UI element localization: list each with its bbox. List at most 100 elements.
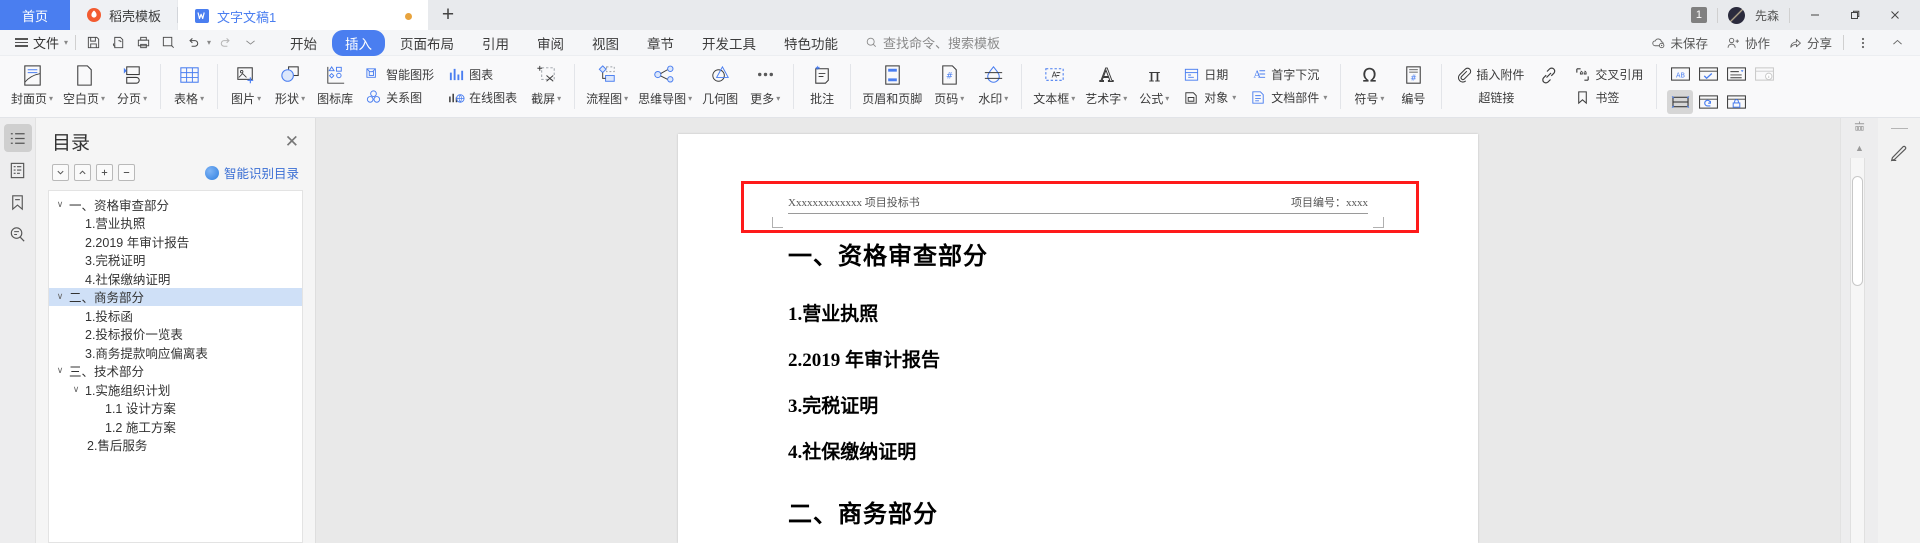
ribbon-tab-page-layout[interactable]: 页面布局 [387, 30, 467, 56]
new-tab-button[interactable]: + [428, 0, 468, 30]
chevron-down-icon[interactable]: ∨ [55, 291, 65, 302]
more-options-icon[interactable] [1848, 29, 1878, 57]
hyperlink-button[interactable]: 超链接 [1452, 86, 1527, 109]
combo-control-icon[interactable] [1667, 89, 1694, 114]
toc-item-12[interactable]: 1.2 施工方案 [49, 417, 302, 436]
header-content[interactable]: Xxxxxxxxxxxxx 项目投标书 项目编号：xxxx [788, 194, 1368, 214]
customize-qat-icon[interactable] [239, 32, 261, 54]
comment-button[interactable]: 批注 [800, 58, 844, 107]
page-break-button[interactable]: 分页 ▾ [110, 58, 154, 107]
text-field-control-icon[interactable]: AB [1667, 62, 1693, 86]
page-header[interactable]: Xxxxxxxxxxxxx 项目投标书 项目编号：xxxx [772, 194, 1384, 228]
toc-item-7[interactable]: ∨ 2.投标报价一览表 [49, 325, 302, 344]
info-control-icon[interactable] [1751, 62, 1777, 86]
pen-annotate-icon[interactable] [1888, 143, 1910, 165]
collapse-up-icon[interactable] [74, 164, 91, 181]
close-icon[interactable]: ✕ [285, 133, 299, 150]
tab-document-1[interactable]: 文字文稿1 [178, 0, 429, 30]
screenshot-button[interactable]: 截屏 ▾ [524, 58, 568, 107]
save-status-button[interactable]: 未保存 [1644, 33, 1715, 52]
insert-attachment-button[interactable]: 插入附件 [1452, 63, 1527, 86]
cover-page-button[interactable]: 封面页 ▾ [6, 58, 58, 107]
relation-chart-button[interactable]: 关系图 [362, 86, 437, 109]
toc-item-6[interactable]: ∨ 1.投标函 [49, 306, 302, 325]
table-button[interactable]: 表格 ▾ [167, 58, 211, 107]
online-chart-button[interactable]: 在线图表 [445, 86, 520, 109]
toc-item-11[interactable]: 1.1 设计方案 [49, 399, 302, 418]
bookmark-icon[interactable] [4, 188, 32, 216]
icon-library-button[interactable]: 图标库 [312, 58, 358, 107]
hyperlink-icon-wrap[interactable] [1535, 62, 1563, 90]
document-body[interactable]: 一、资格审查部分 1.营业执照 2.2019 年审计报告 3.完税证明 4.社保… [788, 214, 1368, 529]
vertical-scrollbar[interactable]: ▲ [1840, 118, 1878, 543]
chevron-down-icon[interactable]: ∨ [71, 384, 81, 395]
search-doc-icon[interactable] [4, 220, 32, 248]
minus-icon[interactable] [118, 164, 135, 181]
document-canvas[interactable]: Xxxxxxxxxxxxx 项目投标书 项目编号：xxxx 一、资格审查部分 1… [316, 118, 1840, 543]
date-button[interactable]: 日期 [1180, 63, 1239, 86]
command-search[interactable]: 查找命令、搜索模板 [865, 33, 1000, 52]
expand-down-icon[interactable] [52, 164, 69, 181]
word-art-button[interactable]: A 艺术字 ▾ [1080, 58, 1132, 107]
print-preview-icon[interactable] [107, 32, 129, 54]
collapse-ribbon-icon[interactable] [1882, 29, 1912, 57]
find-icon[interactable] [157, 32, 179, 54]
collaborate-button[interactable]: 协作 [1719, 33, 1777, 52]
scrollbar-thumb[interactable] [1852, 176, 1863, 286]
ribbon-tab-start[interactable]: 开始 [277, 30, 330, 56]
formula-button[interactable]: π 公式 ▾ [1132, 58, 1176, 107]
ribbon-tab-review[interactable]: 审阅 [524, 30, 577, 56]
object-button[interactable]: 对象 ▾ [1180, 86, 1239, 109]
dropdown-control-icon[interactable] [1723, 62, 1749, 86]
minimize-button[interactable] [1800, 1, 1830, 29]
plus-icon[interactable] [96, 164, 113, 181]
document-page[interactable]: Xxxxxxxxxxxxx 项目投标书 项目编号：xxxx 一、资格审查部分 1… [678, 134, 1478, 543]
avatar[interactable] [1727, 6, 1745, 24]
notification-badge[interactable]: 1 [1690, 7, 1707, 23]
close-button[interactable] [1880, 1, 1910, 29]
reset-form-icon[interactable] [1695, 90, 1721, 114]
toc-item-13[interactable]: 2.售后服务 [49, 436, 302, 455]
file-menu-button[interactable]: 文件 ▾ [8, 33, 75, 52]
chevron-down-icon[interactable]: ∨ [55, 199, 65, 210]
toc-item-0[interactable]: ∨ 一、资格审查部分 [49, 195, 302, 214]
ribbon-tab-sections[interactable]: 章节 [634, 30, 687, 56]
toc-item-1[interactable]: ∨ 1.营业执照 [49, 214, 302, 233]
redo-icon[interactable] [214, 32, 236, 54]
toc-item-5-selected[interactable]: ∨ 二、商务部分 [49, 287, 302, 306]
user-name-label[interactable]: 先森 [1755, 7, 1779, 24]
ribbon-tab-view[interactable]: 视图 [579, 30, 632, 56]
maximize-button[interactable] [1840, 1, 1870, 29]
share-button[interactable]: 分享 [1781, 33, 1839, 52]
numbering-button[interactable]: # 编号 [1391, 58, 1435, 107]
doc-parts-button[interactable]: 文档部件 ▾ [1247, 86, 1330, 109]
more-shapes-button[interactable]: 更多 ▾ [743, 58, 787, 107]
chevron-down-icon[interactable]: ∨ [55, 365, 65, 376]
ribbon-tab-references[interactable]: 引用 [469, 30, 522, 56]
ribbon-tab-features[interactable]: 特色功能 [771, 30, 851, 56]
watermark-button[interactable]: 水印 ▾ [971, 58, 1015, 107]
toc-item-10[interactable]: ∨ 1.实施组织计划 [49, 380, 302, 399]
text-box-button[interactable]: A 文本框 ▾ [1028, 58, 1080, 107]
flowchart-button[interactable]: 流程图 ▾ [581, 58, 633, 107]
toc-item-8[interactable]: ∨ 3.商务提款响应偏离表 [49, 343, 302, 362]
smart-toc-button[interactable]: 智能识别目录 [204, 163, 299, 182]
scroll-up-button[interactable]: ▲ [1855, 143, 1864, 153]
save-icon[interactable] [82, 32, 104, 54]
document-map-icon[interactable] [4, 156, 32, 184]
split-view-icon[interactable] [1853, 121, 1866, 133]
cross-reference-button[interactable]: 交叉引用 [1571, 63, 1646, 86]
toc-item-9[interactable]: ∨ 三、技术部分 [49, 362, 302, 381]
chart-button[interactable]: 图表 [445, 63, 520, 86]
ribbon-tab-insert[interactable]: 插入 [332, 29, 386, 56]
picture-button[interactable]: 图片 ▾ [224, 58, 268, 107]
protect-form-icon[interactable] [1723, 90, 1749, 114]
page-number-button[interactable]: # 页码 ▾ [927, 58, 971, 107]
toc-list[interactable]: ∨ 一、资格审查部分 ∨ 1.营业执照 ∨ 2.2019 年审计报告 ∨ 3.完… [48, 190, 303, 543]
toc-item-4[interactable]: ∨ 4.社保缴纳证明 [49, 269, 302, 288]
tab-home[interactable]: 首页 [0, 0, 71, 30]
geometry-button[interactable]: 几何图 [697, 58, 743, 107]
mindmap-button[interactable]: 思维导图 ▾ [633, 58, 697, 107]
blank-page-button[interactable]: 空白页 ▾ [58, 58, 110, 107]
drop-cap-button[interactable]: A 首字下沉 [1247, 63, 1330, 86]
